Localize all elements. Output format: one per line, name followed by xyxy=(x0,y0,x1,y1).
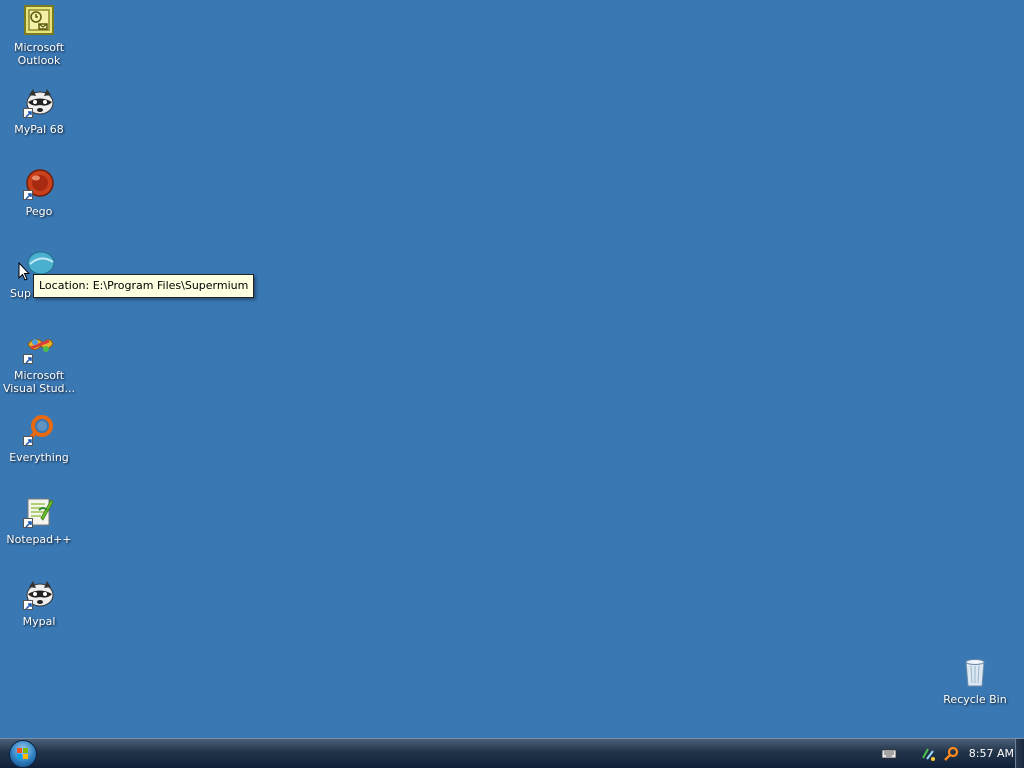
desktop-item-label: Recycle Bin xyxy=(943,693,1007,706)
search-tray-icon[interactable] xyxy=(943,746,959,762)
show-desktop-button[interactable] xyxy=(1015,739,1024,768)
recycle-bin-icon xyxy=(959,656,991,688)
notepad-plus-plus-icon xyxy=(23,496,55,528)
desktop-item-everything[interactable]: Everything xyxy=(0,414,78,464)
pego-icon xyxy=(23,168,55,200)
taskbar: 8:57 AM xyxy=(0,738,1024,768)
desktop-item-recycle-bin[interactable]: Recycle Bin xyxy=(936,656,1014,706)
desktop-item-notepad-plus-plus[interactable]: Notepad++ xyxy=(0,496,78,546)
desktop-item-mypal[interactable]: Mypal xyxy=(0,578,78,628)
keyboard-icon[interactable] xyxy=(881,746,897,762)
desktop-item-label: Microsoft Visual Stud... xyxy=(2,369,76,395)
desktop-item-label: Everything xyxy=(9,451,69,464)
desktop-item-label: Notepad++ xyxy=(6,533,72,546)
outlook-icon xyxy=(23,4,55,36)
shortcut-arrow-icon xyxy=(23,436,33,446)
desktop-item-microsoft-visual-studio[interactable]: Microsoft Visual Stud... xyxy=(0,332,78,395)
desktop-item-label: Pego xyxy=(25,205,53,218)
shortcut-arrow-icon xyxy=(23,108,33,118)
desktop-item-microsoft-outlook[interactable]: Microsoft Outlook xyxy=(0,4,78,67)
desktop-item-mypal-68[interactable]: MyPal 68 xyxy=(0,86,78,136)
desktop-item-label: Microsoft Outlook xyxy=(13,41,65,67)
windows-logo-icon xyxy=(17,748,28,759)
shortcut-arrow-icon xyxy=(23,600,33,610)
raccoon-icon xyxy=(23,578,55,610)
system-tray: 8:57 AM xyxy=(875,739,1014,768)
visual-studio-icon xyxy=(23,332,55,364)
raccoon-icon xyxy=(23,86,55,118)
network-icon[interactable] xyxy=(921,746,937,762)
location-tooltip: Location: E:\Program Files\Supermium xyxy=(33,274,255,298)
shortcut-arrow-icon xyxy=(23,354,33,364)
desktop[interactable]: Microsoft Outlook MyPal 68 Pego Sup Micr… xyxy=(0,0,1024,738)
start-button[interactable] xyxy=(9,740,37,768)
desktop-item-pego[interactable]: Pego xyxy=(0,168,78,218)
shortcut-arrow-icon xyxy=(23,190,33,200)
everything-search-icon xyxy=(23,414,55,446)
clock[interactable]: 8:57 AM xyxy=(969,747,1014,760)
shortcut-arrow-icon xyxy=(23,518,33,528)
mouse-cursor-icon xyxy=(18,261,31,286)
desktop-item-label: MyPal 68 xyxy=(14,123,64,136)
desktop-item-label: Mypal xyxy=(22,615,56,628)
